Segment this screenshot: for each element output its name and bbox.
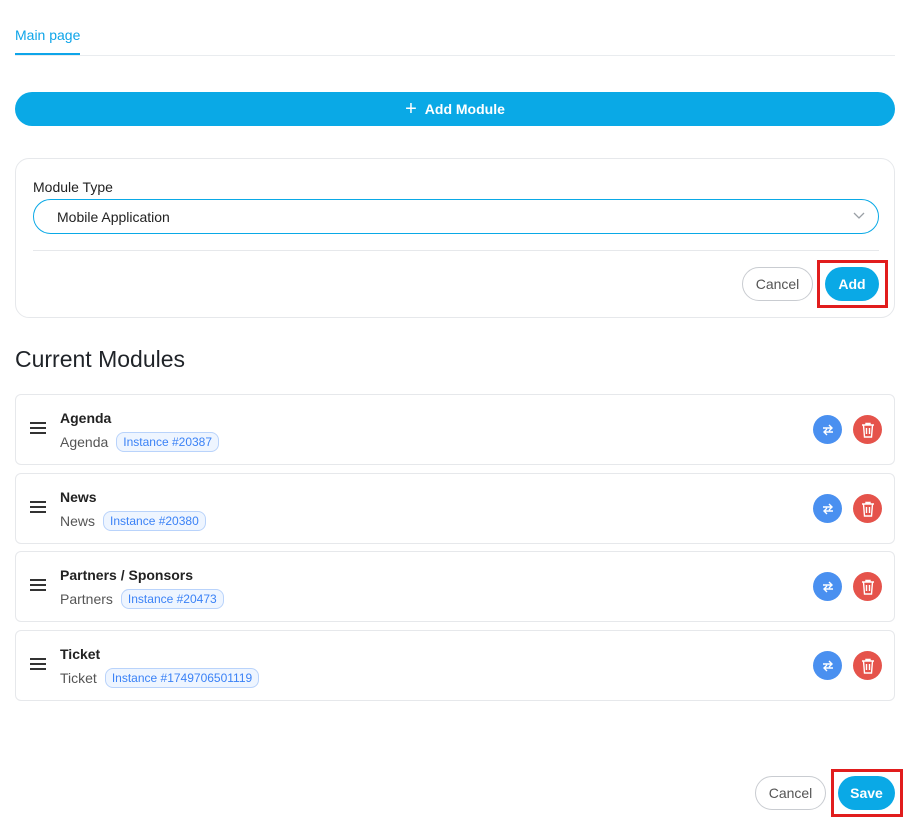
tab-bar: Main page [15, 0, 895, 56]
module-title: Ticket [60, 646, 101, 662]
swap-button[interactable] [813, 415, 842, 444]
delete-button[interactable] [853, 572, 882, 601]
form-cancel-button[interactable]: Cancel [742, 267, 813, 301]
drag-handle-icon[interactable] [30, 501, 46, 513]
module-row-news: News News Instance #20380 [15, 473, 895, 544]
instance-badge: Instance #20387 [116, 432, 220, 452]
form-divider [33, 250, 879, 251]
trash-icon [861, 422, 874, 438]
module-type: Ticket [60, 670, 97, 686]
chevron-down-icon [853, 212, 865, 219]
swap-button[interactable] [813, 572, 842, 601]
drag-handle-icon[interactable] [30, 422, 46, 434]
add-button-highlight [817, 260, 888, 308]
add-module-button[interactable]: + Add Module [15, 92, 895, 126]
module-row-agenda: Agenda Agenda Instance #20387 [15, 394, 895, 465]
module-type: Partners [60, 591, 113, 607]
add-module-form: Module Type Mobile Application Cancel Ad… [15, 158, 895, 318]
drag-handle-icon[interactable] [30, 658, 46, 670]
swap-icon [822, 581, 833, 592]
module-title: Partners / Sponsors [60, 567, 194, 583]
module-row-ticket: Ticket Ticket Instance #1749706501119 [15, 630, 895, 701]
module-type: Agenda [60, 434, 109, 450]
instance-badge: Instance #1749706501119 [104, 668, 260, 688]
module-title: News [60, 489, 97, 505]
delete-button[interactable] [853, 415, 882, 444]
module-subtitle: Agenda Instance #20387 [60, 432, 220, 452]
trash-icon [861, 658, 874, 674]
swap-icon [822, 424, 833, 435]
module-type: News [60, 513, 96, 529]
module-subtitle: Ticket Instance #1749706501119 [60, 668, 260, 688]
save-button-highlight [831, 769, 903, 817]
module-type-value: Mobile Application [57, 208, 170, 225]
module-title: Agenda [60, 410, 112, 426]
instance-badge: Instance #20473 [120, 589, 224, 609]
swap-icon [822, 503, 833, 514]
drag-handle-icon[interactable] [30, 579, 46, 591]
swap-icon [822, 660, 833, 671]
delete-button[interactable] [853, 494, 882, 523]
tab-main-page[interactable]: Main page [15, 27, 81, 55]
swap-button[interactable] [813, 651, 842, 680]
module-row-partners: Partners / Sponsors Partners Instance #2… [15, 551, 895, 622]
current-modules-title: Current Modules [15, 346, 186, 372]
plus-icon: + [405, 98, 417, 120]
delete-button[interactable] [853, 651, 882, 680]
trash-icon [861, 501, 874, 517]
module-type-label: Module Type [33, 179, 113, 195]
module-subtitle: Partners Instance #20473 [60, 589, 224, 609]
add-module-label: Add Module [424, 101, 505, 117]
module-type-select[interactable]: Mobile Application [33, 199, 879, 234]
instance-badge: Instance #20380 [103, 511, 206, 531]
footer-cancel-button[interactable]: Cancel [755, 776, 826, 810]
trash-icon [861, 579, 874, 595]
swap-button[interactable] [813, 494, 842, 523]
module-subtitle: News Instance #20380 [60, 511, 206, 531]
